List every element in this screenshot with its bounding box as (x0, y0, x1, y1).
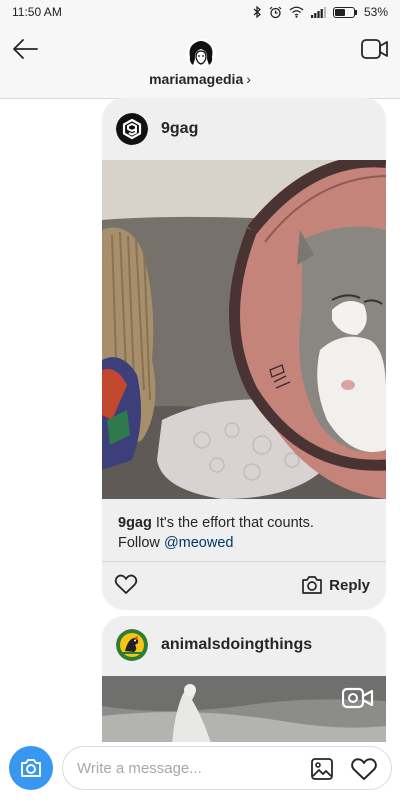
message-composer (0, 742, 400, 800)
like-button[interactable] (114, 573, 138, 595)
post-caption: 9gag It's the effort that counts. Follow… (118, 513, 378, 553)
battery-icon (332, 6, 355, 18)
conversation-title[interactable]: mariamagedia › (0, 71, 400, 87)
post-header[interactable]: animalsdoingthings (102, 616, 386, 674)
reply-button[interactable]: Reply (301, 573, 370, 597)
status-time: 11:50 AM (12, 5, 62, 19)
heart-icon (351, 758, 377, 780)
video-call-icon (361, 39, 388, 59)
battery-percent: 53% (363, 5, 388, 19)
caption-mention-link[interactable]: @meowed (164, 535, 234, 551)
alarm-icon (269, 6, 282, 18)
battery-indicator (332, 6, 357, 18)
conversation-username: mariamagedia (149, 71, 244, 87)
camera-button[interactable] (9, 746, 53, 790)
status-icons: 53% (253, 5, 388, 19)
status-bar: 11:50 AM 53% (0, 0, 400, 24)
post-account-name[interactable]: animalsdoingthings (161, 636, 312, 654)
camera-outline-icon (302, 576, 322, 594)
message-input[interactable] (77, 747, 287, 789)
video-camera-icon (341, 687, 374, 709)
conversation-header: mariamagedia › (0, 24, 400, 99)
post-image[interactable] (102, 160, 386, 499)
reply-label: Reply (329, 576, 370, 594)
card-divider (102, 561, 386, 562)
caption-text: It's the effort that counts. (151, 515, 314, 531)
image-gallery-icon (311, 758, 333, 780)
shared-post-card[interactable]: animalsdoingthings (102, 616, 386, 746)
chevron-right-icon: › (246, 71, 251, 87)
caption-follow-text: Follow (118, 535, 164, 551)
video-indicator (341, 686, 374, 710)
signal-icon (310, 6, 326, 18)
shared-post-card[interactable]: 9gag 9gag It's the effort that counts. F… (102, 98, 386, 610)
profile-avatar-icon (186, 39, 216, 69)
video-call-button[interactable] (360, 36, 390, 62)
9gag-logo-icon (116, 113, 148, 145)
battery-tip (354, 9, 357, 15)
heart-icon (114, 574, 138, 594)
caption-username[interactable]: 9gag (118, 515, 152, 531)
send-like-button[interactable] (350, 757, 378, 781)
bluetooth-icon (253, 6, 261, 18)
back-arrow-icon (13, 39, 38, 59)
gallery-button[interactable] (310, 757, 334, 781)
message-field[interactable] (62, 746, 392, 790)
wifi-icon (289, 6, 304, 18)
back-button[interactable] (10, 36, 40, 62)
post-header[interactable]: 9gag (102, 98, 386, 160)
camera-icon (21, 759, 41, 777)
animalsdoingthings-logo-icon (116, 629, 148, 661)
battery-fill (334, 8, 345, 16)
avatar[interactable] (186, 39, 216, 69)
post-account-name[interactable]: 9gag (161, 120, 198, 138)
